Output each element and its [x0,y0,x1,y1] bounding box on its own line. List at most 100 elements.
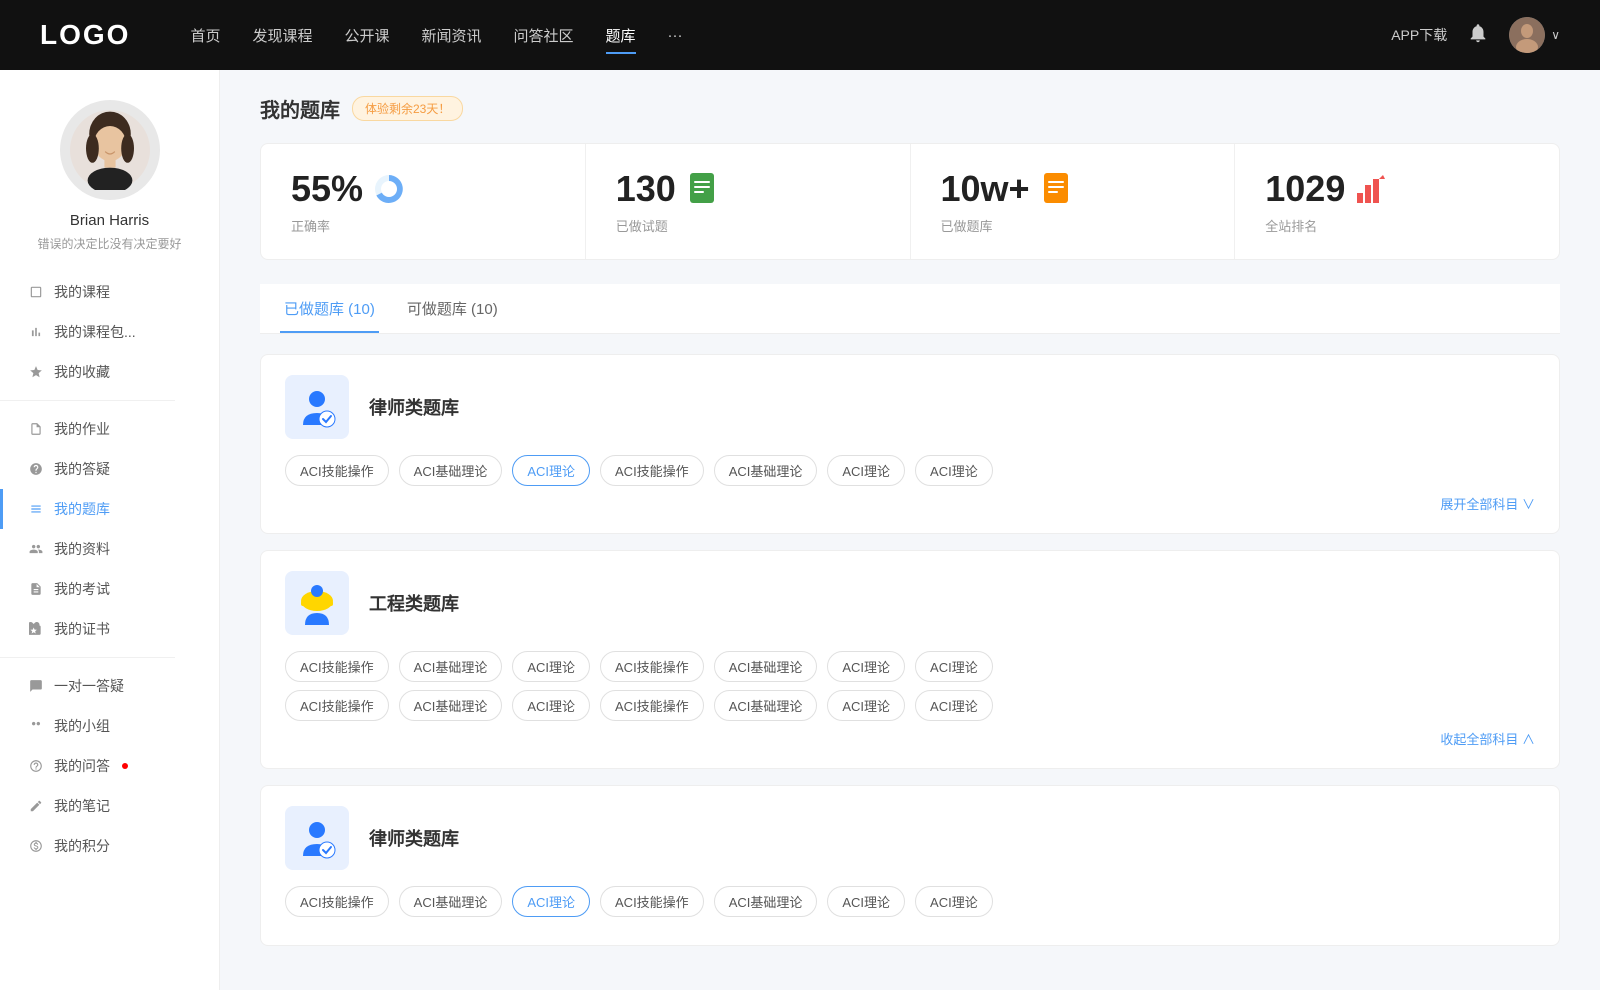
tag-2b-6[interactable]: ACI理论 [915,690,993,721]
tag-2-5[interactable]: ACI理论 [827,651,905,682]
tag-1-2[interactable]: ACI理论 [512,455,590,486]
tag-2-0[interactable]: ACI技能操作 [285,651,389,682]
nav-more[interactable]: ··· [668,23,683,48]
stat-questions: 130 已做试题 [586,144,911,259]
tag-1-6[interactable]: ACI理论 [915,455,993,486]
sidebar-item-package[interactable]: 我的课程包... [0,312,219,352]
stat-questions-top: 130 [616,168,880,210]
trial-badge: 体验剩余23天！ [352,96,463,121]
sidebar-item-bank[interactable]: 我的题库 [0,489,219,529]
avatar [1509,17,1545,53]
bank-title-1: 律师类题库 [369,394,459,420]
tag-3-0[interactable]: ACI技能操作 [285,886,389,917]
tag-3-6[interactable]: ACI理论 [915,886,993,917]
red-dot-indicator [122,763,128,769]
tag-3-3[interactable]: ACI技能操作 [600,886,704,917]
tag-2b-4[interactable]: ACI基础理论 [714,690,818,721]
tag-1-5[interactable]: ACI理论 [827,455,905,486]
sidebar-item-qa[interactable]: 我的答疑 [0,449,219,489]
tag-2b-5[interactable]: ACI理论 [827,690,905,721]
expand-link-1[interactable]: 展开全部科目 ∨ [285,494,1535,513]
sidebar-menu: 我的课程 我的课程包... 我的收藏 [0,272,219,866]
tag-1-4[interactable]: ACI基础理论 [714,455,818,486]
homework-icon [28,421,44,437]
course-icon [28,284,44,300]
star-icon [28,364,44,380]
stats-row: 55% 正确率 130 [260,143,1560,260]
tag-1-0[interactable]: ACI技能操作 [285,455,389,486]
nav-home[interactable]: 首页 [190,21,220,50]
sidebar: Brian Harris 错误的决定比没有决定要好 我的课程 我的课程包... [0,70,220,990]
page-title: 我的题库 [260,94,340,123]
tag-2-4[interactable]: ACI基础理论 [714,651,818,682]
stat-rank-value: 1029 [1265,168,1345,210]
tag-2b-2[interactable]: ACI理论 [512,690,590,721]
sidebar-item-exam[interactable]: 我的考试 [0,569,219,609]
tag-2-2[interactable]: ACI理论 [512,651,590,682]
app-download-button[interactable]: APP下载 [1391,25,1447,45]
tags-row-1: ACI技能操作 ACI基础理论 ACI理论 ACI技能操作 ACI基础理论 AC… [285,455,1535,486]
tag-2b-3[interactable]: ACI技能操作 [600,690,704,721]
bank-title-2: 工程类题库 [369,590,459,616]
sidebar-item-favorites[interactable]: 我的收藏 [0,352,219,392]
tags-row-2a: ACI技能操作 ACI基础理论 ACI理论 ACI技能操作 ACI基础理论 AC… [285,651,1535,682]
cert-icon [28,621,44,637]
profile-avatar [60,100,160,200]
bank-card-lawyer-2: 律师类题库 ACI技能操作 ACI基础理论 ACI理论 ACI技能操作 ACI基… [260,785,1560,946]
stat-rank-top: 1029 [1265,168,1529,210]
main-nav: 首页 发现课程 公开课 新闻资讯 问答社区 题库 ··· [190,21,1391,50]
chevron-down-icon: ∨ [1551,28,1560,42]
group-icon [28,718,44,734]
nav-bank[interactable]: 题库 [606,21,636,50]
stat-questions-label: 已做试题 [616,216,880,235]
tag-2-6[interactable]: ACI理论 [915,651,993,682]
sidebar-item-points[interactable]: 我的积分 [0,826,219,866]
sidebar-item-cert[interactable]: 我的证书 [0,609,219,649]
one-on-one-icon [28,678,44,694]
tab-available[interactable]: 可做题库 (10) [403,284,502,333]
points-icon [28,838,44,854]
tag-2-1[interactable]: ACI基础理论 [399,651,503,682]
page-container: Brian Harris 错误的决定比没有决定要好 我的课程 我的课程包... [0,0,1600,990]
tab-done[interactable]: 已做题库 (10) [280,284,379,333]
tag-2-3[interactable]: ACI技能操作 [600,651,704,682]
bank-card-header-2: 工程类题库 [285,571,1535,635]
header: LOGO 首页 发现课程 公开课 新闻资讯 问答社区 题库 ··· APP下载 … [0,0,1600,70]
bank-card-lawyer-1: 律师类题库 ACI技能操作 ACI基础理论 ACI理论 ACI技能操作 ACI基… [260,354,1560,534]
nav-qa[interactable]: 问答社区 [514,21,574,50]
sidebar-divider-1 [0,400,175,401]
stat-accuracy-value: 55% [291,168,363,210]
collapse-link-2[interactable]: 收起全部科目 ∧ [285,729,1535,748]
material-icon [28,541,44,557]
bank-card-header-1: 律师类题库 [285,375,1535,439]
notes-icon [28,798,44,814]
notification-bell[interactable] [1467,22,1489,49]
nav-open-course[interactable]: 公开课 [344,21,389,50]
tag-2b-1[interactable]: ACI基础理论 [399,690,503,721]
tag-3-2[interactable]: ACI理论 [512,886,590,917]
tags-row-3: ACI技能操作 ACI基础理论 ACI理论 ACI技能操作 ACI基础理论 AC… [285,886,1535,917]
sidebar-item-material[interactable]: 我的资料 [0,529,219,569]
main-content: 我的题库 体验剩余23天！ 55% 正确 [220,70,1600,990]
sidebar-item-course[interactable]: 我的课程 [0,272,219,312]
tag-3-1[interactable]: ACI基础理论 [399,886,503,917]
sidebar-item-group[interactable]: 我的小组 [0,706,219,746]
bar-red-icon [1355,173,1387,205]
nav-news[interactable]: 新闻资讯 [422,21,482,50]
logo[interactable]: LOGO [40,19,130,51]
stat-accuracy: 55% 正确率 [261,144,586,259]
sidebar-item-question[interactable]: 我的问答 [0,746,219,786]
qa-icon [28,461,44,477]
user-avatar-button[interactable]: ∨ [1509,17,1560,53]
tag-3-5[interactable]: ACI理论 [827,886,905,917]
tag-1-3[interactable]: ACI技能操作 [600,455,704,486]
tag-1-1[interactable]: ACI基础理论 [399,455,503,486]
sidebar-item-notes[interactable]: 我的笔记 [0,786,219,826]
tag-3-4[interactable]: ACI基础理论 [714,886,818,917]
tag-2b-0[interactable]: ACI技能操作 [285,690,389,721]
nav-discover[interactable]: 发现课程 [252,21,312,50]
sidebar-item-one-on-one[interactable]: 一对一答疑 [0,666,219,706]
stat-rank-label: 全站排名 [1265,216,1529,235]
exam-icon [28,581,44,597]
sidebar-item-homework[interactable]: 我的作业 [0,409,219,449]
